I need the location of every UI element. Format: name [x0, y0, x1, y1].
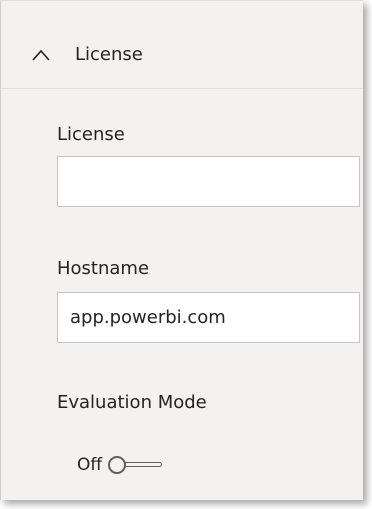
hostname-label: Hostname	[57, 258, 150, 279]
section-title: License	[75, 44, 143, 65]
format-pane: License License Hostname Evaluation Mode…	[0, 0, 363, 500]
toggle-switch[interactable]	[108, 456, 164, 474]
license-label: License	[57, 124, 125, 145]
hostname-input[interactable]	[57, 292, 360, 343]
evaluation-mode-label: Evaluation Mode	[57, 392, 207, 413]
toggle-state-label: Off	[77, 455, 103, 475]
toggle-knob	[108, 456, 127, 474]
toggle-track	[122, 462, 163, 467]
license-section-header[interactable]: License	[1, 1, 363, 89]
evaluation-mode-toggle[interactable]: Off	[77, 454, 164, 476]
chevron-up-icon	[32, 49, 50, 61]
license-input[interactable]	[57, 156, 360, 207]
